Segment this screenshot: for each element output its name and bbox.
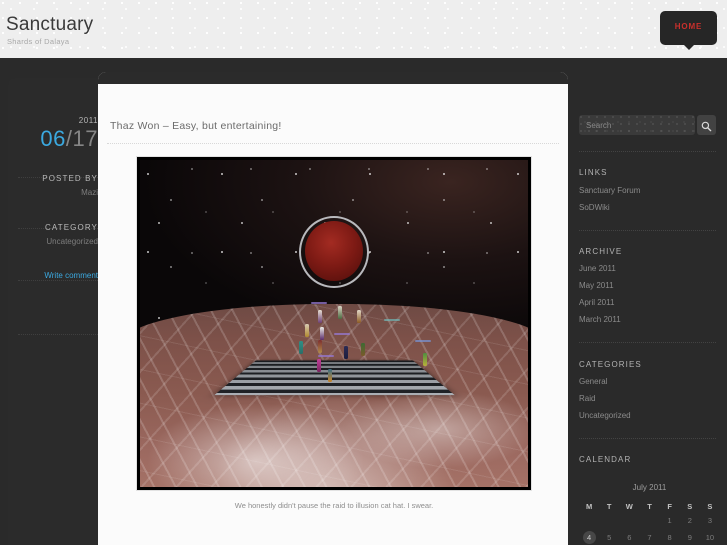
links-heading: LINKS — [579, 168, 608, 177]
character-nameplate — [384, 318, 401, 321]
calendar-widget: July 2011 MTWTFSS 1 2 3 4 5 6 7 8 9 10 — [579, 483, 720, 545]
category-item-uncategorized[interactable]: Uncategorized — [579, 411, 631, 420]
site-title: Sanctuary — [6, 14, 94, 35]
calendar-weekday-2: W — [625, 502, 633, 511]
calendar-day-10[interactable]: 10 — [700, 528, 720, 545]
calendar-day-2[interactable]: 2 — [680, 513, 700, 528]
archive-item-may-2011[interactable]: May 2011 — [579, 281, 614, 290]
sidebar-divider — [579, 438, 716, 439]
raid-character — [318, 310, 323, 324]
posted-by-label: POSTED BY — [42, 174, 98, 183]
sidebar-link-sodwiki[interactable]: SoDWiki — [579, 203, 610, 212]
calendar-day-empty — [579, 513, 599, 528]
archive-heading: ARCHIVE — [579, 247, 623, 256]
archive-item-april-2011[interactable]: April 2011 — [579, 298, 614, 307]
character-nameplate — [415, 339, 432, 342]
search-widget — [579, 115, 716, 135]
calendar-weekday-3: T — [647, 502, 652, 511]
calendar-weekday-5: S — [687, 502, 693, 511]
title-divider — [107, 143, 559, 144]
meta-divider — [18, 280, 102, 281]
raid-character — [320, 326, 325, 340]
raid-character — [328, 369, 333, 383]
post-year: 2011 — [78, 116, 98, 125]
category-label: CATEGORY — [45, 223, 98, 232]
raid-character — [318, 339, 323, 353]
post-content-card: Thaz Won – Easy, but entertaining! We ho… — [98, 72, 568, 545]
raid-character — [357, 310, 362, 324]
platform-stripes — [213, 360, 455, 396]
site-header: Sanctuary Shards of Dalaya — [0, 0, 727, 58]
sidebar-divider — [579, 342, 716, 343]
categories-heading: CATEGORIES — [579, 360, 642, 369]
character-nameplate — [310, 302, 327, 305]
meta-divider — [18, 334, 102, 335]
raid-character — [299, 341, 304, 355]
search-button[interactable] — [697, 115, 716, 135]
character-nameplate — [334, 333, 350, 336]
raid-character — [316, 359, 321, 373]
calendar-table: MTWTFSS 1 2 3 4 5 6 7 8 9 10 — [579, 500, 720, 545]
raid-character — [343, 346, 348, 360]
calendar-weekday-0: M — [585, 502, 593, 511]
calendar-day-5[interactable]: 5 — [599, 528, 619, 545]
right-sidebar: LINKS Sanctuary Forum SoDWiki ARCHIVE Ju… — [568, 58, 727, 545]
post-category: Uncategorized — [46, 237, 98, 246]
post-figure: We honestly didn't pause the raid to ill… — [136, 156, 532, 510]
sidebar-divider — [579, 230, 716, 231]
calendar-day-empty — [599, 513, 619, 528]
site-tagline: Shards of Dalaya — [7, 37, 70, 46]
calendar-weekday-4: F — [667, 502, 672, 511]
calendar-today-marker: 4 — [582, 531, 596, 544]
raid-character — [361, 343, 366, 357]
calendar-day-4[interactable]: 4 — [579, 528, 599, 545]
write-comment-link[interactable]: Write comment — [8, 271, 112, 280]
calendar-day-empty — [639, 513, 659, 528]
card-top-strip — [98, 72, 568, 84]
calendar-weekday-row: MTWTFSS — [579, 500, 720, 513]
category-item-general[interactable]: General — [579, 377, 607, 386]
game-screenshot-image[interactable] — [140, 160, 528, 487]
post-date: 06/17 — [40, 126, 98, 151]
calendar-day-3[interactable]: 3 — [700, 513, 720, 528]
post-day: 17 — [72, 126, 98, 151]
raid-character — [423, 352, 428, 366]
ground-cracks-layer — [140, 303, 528, 487]
card-inner: Thaz Won – Easy, but entertaining! We ho… — [98, 84, 568, 545]
post-meta-sidebar: 2011 06/17 POSTED BY Mazi CATEGORY Uncat… — [8, 78, 112, 545]
nav-home-button[interactable]: HOME — [660, 11, 717, 50]
archive-item-june-2011[interactable]: June 2011 — [579, 264, 616, 273]
calendar-caption: July 2011 — [632, 483, 667, 492]
page-root: Sanctuary Shards of Dalaya HOME 2011 06/… — [0, 0, 727, 545]
calendar-week-row: 4 5 6 7 8 9 10 — [579, 528, 720, 545]
search-input[interactable] — [579, 115, 695, 135]
post-image-caption: We honestly didn't pause the raid to ill… — [234, 501, 434, 510]
calendar-day-8[interactable]: 8 — [660, 528, 680, 545]
calendar-day-1[interactable]: 1 — [660, 513, 680, 528]
post-author: Mazi — [81, 188, 98, 197]
raid-character — [337, 305, 342, 319]
calendar-day-9[interactable]: 9 — [680, 528, 700, 545]
raid-character — [304, 323, 309, 337]
calendar-weekday-1: T — [606, 502, 612, 511]
post-month: 06 — [40, 126, 66, 151]
sidebar-divider — [579, 151, 716, 152]
calendar-weekday-6: S — [707, 502, 713, 511]
nav-home-pointer-icon — [683, 45, 694, 50]
calendar-day-empty — [619, 513, 639, 528]
calendar-day-6[interactable]: 6 — [619, 528, 639, 545]
nav-home-label: HOME — [674, 22, 703, 31]
calendar-heading: CALENDAR — [579, 455, 632, 464]
search-icon — [701, 121, 712, 132]
archive-item-march-2011[interactable]: March 2011 — [579, 315, 621, 324]
calendar-day-7[interactable]: 7 — [639, 528, 659, 545]
calendar-week-row: 123 — [579, 513, 720, 528]
character-nameplate — [318, 354, 335, 357]
category-item-raid[interactable]: Raid — [579, 394, 595, 403]
sidebar-link-sanctuary-forum[interactable]: Sanctuary Forum — [579, 186, 640, 195]
post-image-frame — [136, 156, 532, 491]
stone-platform — [213, 360, 455, 396]
post-title[interactable]: Thaz Won – Easy, but entertaining! — [110, 120, 282, 132]
